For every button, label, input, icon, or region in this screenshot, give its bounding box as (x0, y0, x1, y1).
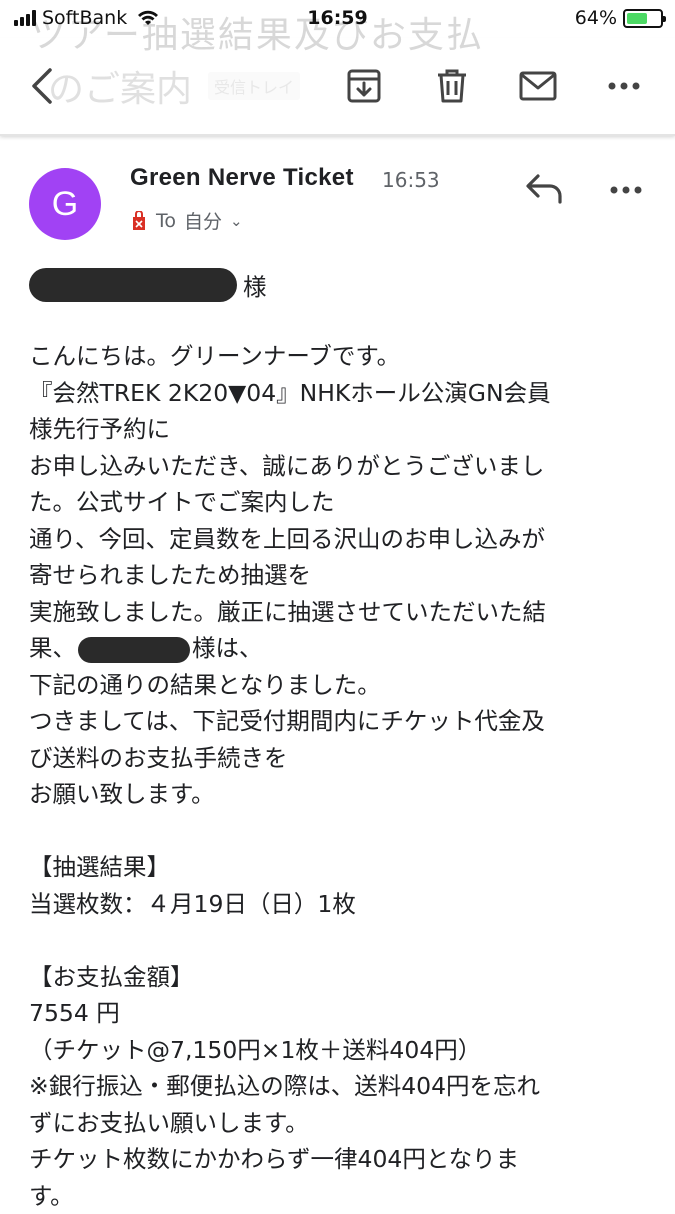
result-heading: 【抽選結果】 (29, 849, 649, 886)
greeting-line: 様 (29, 268, 267, 302)
battery-level (627, 13, 647, 24)
back-button[interactable] (20, 64, 64, 108)
body-line: び送料のお支払手続きを (29, 740, 649, 777)
body-line: お申し込みいただき、誠にありがとうございまし (29, 448, 649, 485)
reply-icon (524, 172, 564, 204)
status-time: 16:59 (0, 7, 675, 29)
mail-icon (519, 71, 557, 101)
delete-button[interactable] (430, 64, 474, 108)
body-line: 通り、今回、定員数を上回る沢山のお申し込みが (29, 521, 649, 558)
body-line: こんにちは。グリーンナーブです。 (29, 338, 649, 375)
greeting-suffix: 様 (243, 268, 267, 302)
payment-heading: 【お支払金額】 (29, 959, 649, 996)
note-line: チケット枚数にかかわらず一律404円となりま (29, 1141, 649, 1178)
body-line: つきましては、下記受付期間内にチケット代金及 (29, 703, 649, 740)
payment-amount: 7554 円 (29, 995, 649, 1032)
payment-breakdown: （チケット@7,150円×1枚＋送料404円） (29, 1032, 649, 1069)
archive-icon (346, 68, 382, 104)
body-line: 寄せられましたため抽選を (29, 557, 649, 594)
recipient-details[interactable]: To 自分 ⌄ (130, 207, 243, 234)
message-body: こんにちは。グリーンナーブです。 『会然TREK 2K20▼04』NHKホール公… (29, 338, 649, 1214)
redacted-line-suffix: 様は、 (192, 634, 263, 662)
body-line: お願い致します。 (29, 776, 649, 813)
trash-icon (436, 68, 468, 104)
sender-name[interactable]: Green Nerve Ticket (130, 164, 354, 192)
note-line: ※銀行振込・郵便払込の際は、送料404円を忘れ (29, 1068, 649, 1105)
reply-button[interactable] (524, 172, 568, 208)
mark-unread-button[interactable] (516, 64, 560, 108)
battery-icon (623, 9, 663, 28)
chevron-down-icon: ⌄ (230, 212, 243, 230)
avatar-letter: G (52, 185, 78, 224)
toolbar-divider (0, 134, 675, 136)
redacted-line-prefix: 果、 (29, 634, 76, 662)
more-horizontal-icon (608, 82, 640, 90)
battery-percent: 64% (575, 7, 617, 29)
blank-line (29, 813, 649, 850)
redacted-name-inline (78, 637, 190, 663)
body-line: 『会然TREK 2K20▼04』NHKホール公演GN会員 (29, 375, 649, 412)
sender-avatar[interactable]: G (29, 168, 101, 240)
more-options-button[interactable] (602, 64, 646, 108)
blank-line (29, 922, 649, 959)
more-horizontal-icon (610, 186, 642, 194)
status-bar: SoftBank 16:59 64% (0, 0, 675, 38)
body-line: 実施致しました。厳正に抽選させていただいた結 (29, 594, 649, 631)
note-line: す。 (29, 1178, 649, 1214)
recipient-name: 自分 (184, 207, 222, 234)
important-label-icon (130, 211, 148, 231)
archive-button[interactable] (342, 64, 386, 108)
message-toolbar (0, 38, 675, 134)
note-line: ずにお支払い願いします。 (29, 1105, 649, 1142)
body-line: 下記の通りの結果となりました。 (29, 667, 649, 704)
message-more-button[interactable] (604, 172, 648, 208)
result-line: 当選枚数：４月19日（日）1枚 (29, 886, 649, 923)
sent-time: 16:53 (382, 168, 440, 192)
body-line: 様先行予約に (29, 411, 649, 448)
recipient-prefix: To (156, 210, 176, 232)
body-line-redacted: 果、 様は、 (29, 630, 649, 667)
body-line: た。公式サイトでご案内した (29, 484, 649, 521)
arrow-left-icon (28, 67, 56, 105)
redacted-name (29, 268, 237, 302)
